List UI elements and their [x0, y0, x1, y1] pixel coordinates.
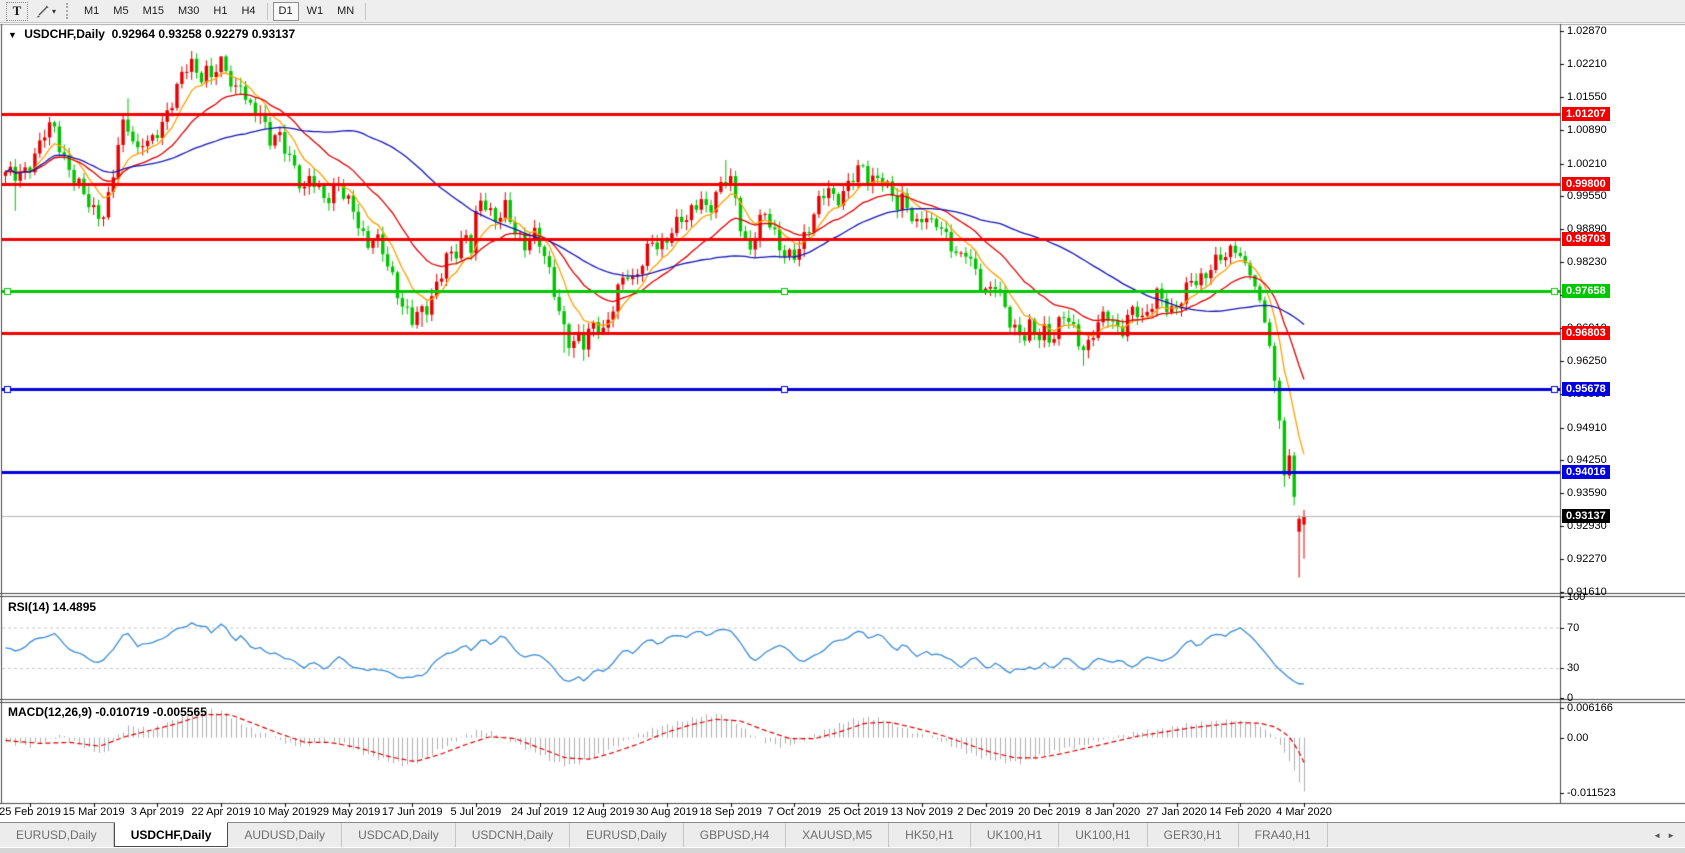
status-strip: [0, 847, 1685, 853]
date-tick-label: 3 Apr 2019: [130, 806, 184, 818]
hline-price-label: 0.95678: [1562, 382, 1610, 397]
chart-symbol-label: USDCHF,Daily: [24, 27, 105, 41]
axis-tick-label: 100: [1567, 591, 1586, 604]
hline-price-label: 0.96803: [1562, 326, 1610, 341]
date-tick-label: 30 Aug 2019: [636, 806, 698, 818]
date-tick-label: 25 Feb 2019: [0, 806, 61, 818]
top-toolbar: T ▾ M1 M5 M15 M30 H1 H4 D1 W1 MN: [0, 0, 1685, 23]
chart-tab-usdcnh-daily[interactable]: USDCNH,Daily: [456, 823, 571, 847]
date-tick-label: 24 Jul 2019: [511, 806, 569, 818]
axis-tick-label: 0.00: [1567, 731, 1589, 744]
date-tick-label: 5 Jul 2019: [450, 806, 502, 818]
timeframe-button-M30[interactable]: M30: [172, 2, 205, 21]
axis-tick-label: 30: [1567, 662, 1580, 675]
hline-price-label: 0.94016: [1562, 465, 1610, 480]
timeframe-button-W1[interactable]: W1: [301, 2, 330, 21]
style-tool-button[interactable]: ▾: [30, 2, 62, 21]
chart-tab-fra40-h1[interactable]: FRA40,H1: [1239, 823, 1328, 847]
axis-tick-label: 0.99550: [1567, 190, 1607, 203]
date-tick-label: 17 Jun 2019: [381, 806, 443, 818]
text-tool-button[interactable]: T: [6, 1, 28, 21]
timeframe-button-H1[interactable]: H1: [207, 2, 233, 21]
axis-tick-label: 1.01550: [1567, 90, 1607, 103]
axis-tick-label: 1.00890: [1567, 123, 1607, 136]
chart-tab-usdchf-daily[interactable]: USDCHF,Daily: [113, 822, 229, 847]
axis-tick-label: -0.011523: [1567, 786, 1616, 799]
diagonal-arrows-icon: [36, 5, 49, 17]
chart-tab-uk100-h1[interactable]: UK100,H1: [971, 823, 1060, 847]
date-tick-label: 14 Feb 2020: [1209, 806, 1272, 818]
axis-tick-label: 1.00210: [1567, 157, 1607, 170]
rsi-indicator-label: RSI(14) 14.4895: [8, 600, 97, 614]
timeframe-button-M15[interactable]: M15: [137, 2, 170, 21]
toolbar-grip: [66, 3, 71, 19]
date-tick-label: 27 Jan 2020: [1146, 806, 1207, 818]
date-tick-label: 18 Sep 2019: [699, 806, 762, 818]
chart-tab-gbpusd-h4[interactable]: GBPUSD,H4: [684, 823, 787, 847]
axis-tick-label: 0.96250: [1567, 354, 1607, 367]
dropdown-caret-icon: ▾: [52, 6, 57, 16]
chart-canvas[interactable]: [0, 0, 1685, 853]
axis-tick-label: 1.02210: [1567, 57, 1607, 70]
chart-tab-eurusd-daily[interactable]: EURUSD,Daily: [0, 823, 114, 847]
date-tick-label: 25 Oct 2019: [828, 806, 889, 818]
hline-price-label: 0.98703: [1562, 231, 1610, 246]
tab-scroll-left-icon[interactable]: ◄: [1653, 831, 1661, 840]
symbol-dropdown-icon[interactable]: ▼: [8, 30, 17, 40]
chart-title: ▼ USDCHF,Daily 0.92964 0.93258 0.92279 0…: [8, 27, 295, 41]
axis-tick-label: 1.02870: [1567, 25, 1607, 37]
hline-price-label: 1.01207: [1562, 106, 1610, 121]
timeframe-button-M1[interactable]: M1: [78, 2, 105, 21]
date-tick-label: 15 Mar 2019: [62, 806, 125, 818]
chart-tab-eurusd-daily[interactable]: EURUSD,Daily: [570, 823, 684, 847]
hline-price-label: 0.97658: [1562, 283, 1610, 298]
toolbar-separator: [266, 2, 268, 20]
axis-tick-label: 0.93590: [1567, 487, 1607, 500]
chart-tab-hk50-h1[interactable]: HK50,H1: [889, 823, 971, 847]
date-tick-label: 13 Nov 2019: [890, 806, 953, 818]
axis-tick-label: 0.006166: [1567, 701, 1613, 714]
axis-tick-label: 0.98230: [1567, 256, 1607, 269]
hline-price-label: 0.99800: [1562, 176, 1610, 191]
date-tick-label: 10 May 2019: [252, 806, 317, 818]
mt4-window: T ▾ M1 M5 M15 M30 H1 H4 D1 W1 MN ▼ USDCHF,Daily …: [0, 0, 1685, 853]
timeframe-button-M5[interactable]: M5: [107, 2, 134, 21]
toolbar-separator: [365, 2, 367, 20]
chart-tab-xauusd-m5[interactable]: XAUUSD,M5: [786, 823, 890, 847]
chart-tab-uk100-h1[interactable]: UK100,H1: [1059, 823, 1148, 847]
chart-tab-ger30-h1[interactable]: GER30,H1: [1148, 823, 1239, 847]
chart-tab-bar: EURUSD,Daily USDCHF,Daily AUDUSD,Daily USDC…: [0, 822, 1685, 847]
chart-tab-audusd-daily[interactable]: AUDUSD,Daily: [228, 823, 343, 847]
tab-scroll-right-icon[interactable]: ►: [1667, 831, 1675, 840]
timeframe-button-H4[interactable]: H4: [235, 2, 261, 21]
axis-tick-label: 0.92270: [1567, 553, 1607, 566]
date-tick-label: 29 May 2019: [316, 806, 381, 818]
date-tick-label: 22 Apr 2019: [191, 806, 251, 818]
timeframe-button-MN[interactable]: MN: [331, 2, 360, 21]
date-tick-label: 20 Dec 2019: [1017, 806, 1081, 818]
current-price-label: 0.93137: [1562, 508, 1610, 523]
axis-tick-label: 70: [1567, 621, 1580, 634]
date-tick-label: 2 Dec 2019: [957, 806, 1014, 818]
date-tick-label: 7 Oct 2019: [767, 806, 822, 818]
chart-ohlc-values: 0.92964 0.93258 0.92279 0.93137: [111, 27, 296, 41]
macd-indicator-label: MACD(12,26,9) -0.010719 -0.005565: [8, 705, 207, 719]
axis-tick-label: 0.94910: [1567, 421, 1607, 434]
date-tick-label: 4 Mar 2020: [1276, 806, 1332, 818]
date-tick-label: 12 Aug 2019: [572, 806, 635, 818]
date-tick-label: 8 Jan 2020: [1085, 806, 1141, 818]
chart-tab-usdcad-daily[interactable]: USDCAD,Daily: [342, 823, 456, 847]
timeframe-button-D1[interactable]: D1: [272, 1, 299, 21]
